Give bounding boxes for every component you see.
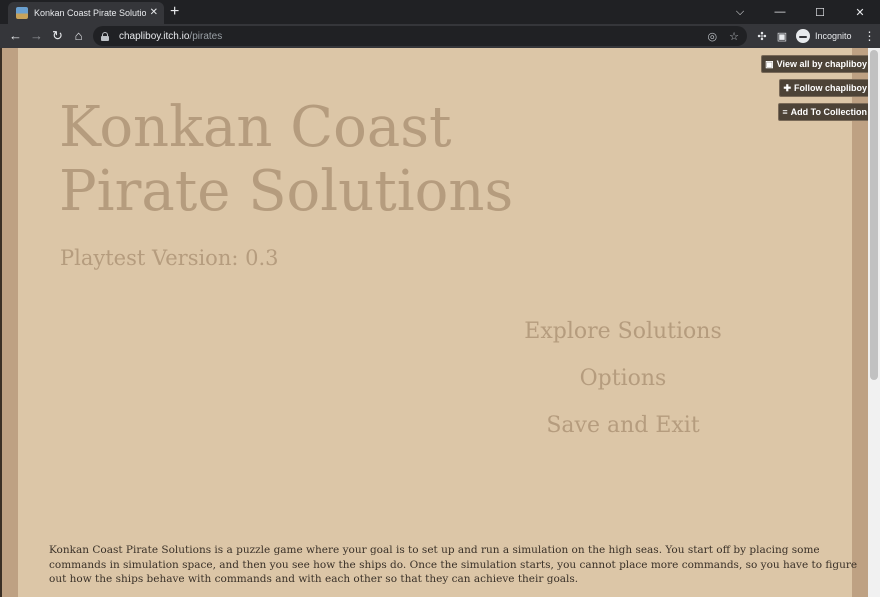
browser-tab[interactable]: Konkan Coast Pirate Solutions (p… ✕ (8, 2, 164, 24)
reload-icon[interactable]: ↻ (47, 24, 68, 48)
incognito-profile[interactable]: Incognito (796, 29, 852, 43)
view-all-button[interactable]: ▣ View all by chapliboy (761, 55, 872, 73)
incognito-icon (796, 29, 810, 43)
follow-user-icon: ✚ (783, 82, 791, 93)
game-title-line-2: Pirate Solutions (59, 159, 514, 224)
incognito-label: Incognito (815, 31, 852, 41)
maximize-icon[interactable]: ☐ (800, 6, 840, 19)
address-bar[interactable]: chapliboy.itch.io/pirates ◎ ☆ (93, 26, 747, 46)
game-main-menu: Explore Solutions Options Save and Exit (488, 314, 758, 455)
gallery-icon: ▣ (765, 58, 774, 69)
page-content: Konkan Coast Pirate Solutions Playtest V… (0, 48, 880, 597)
follow-button[interactable]: ✚ Follow chapliboy (779, 79, 872, 97)
add-to-collection-label: Add To Collection (790, 107, 867, 117)
lock-icon[interactable] (101, 31, 109, 41)
game-title-line-1: Konkan Coast (59, 95, 452, 160)
browser-menu-icon[interactable]: ⋮ (864, 29, 876, 43)
tracking-protection-icon[interactable]: ◎ (708, 30, 718, 43)
menu-options[interactable]: Options (580, 361, 667, 408)
browser-toolbar: ← → ↻ ⌂ chapliboy.itch.io/pirates ◎ ☆ ✣ … (0, 24, 880, 48)
extensions-icon[interactable]: ✣ (752, 30, 772, 43)
url-path: /pirates (189, 30, 223, 42)
browser-title-bar: Konkan Coast Pirate Solutions (p… ✕ + ⌵ … (0, 0, 880, 24)
side-panel-icon[interactable]: ▣ (772, 30, 792, 43)
new-tab-button[interactable]: + (170, 2, 179, 22)
menu-save-and-exit[interactable]: Save and Exit (546, 408, 699, 455)
game-embed[interactable]: Konkan Coast Pirate Solutions Playtest V… (18, 48, 857, 597)
follow-label: Follow chapliboy (793, 83, 867, 93)
minimize-icon[interactable]: — (760, 6, 800, 18)
game-version: Playtest Version: 0.3 (60, 246, 279, 270)
url-host: chapliboy.itch.io (119, 30, 190, 42)
itch-user-tools: ▣ View all by chapliboy ✚ Follow chaplib… (761, 55, 872, 121)
forward-icon[interactable]: → (26, 24, 47, 48)
add-list-icon: ≡ (782, 107, 788, 117)
favicon-icon (16, 7, 28, 19)
tab-search-icon[interactable]: ⌵ (720, 6, 760, 19)
scrollbar-thumb[interactable] (870, 50, 878, 380)
add-to-collection-button[interactable]: ≡ Add To Collection (778, 103, 872, 121)
game-title: Konkan Coast Pirate Solutions (59, 96, 579, 224)
tab-title: Konkan Coast Pirate Solutions (p… (34, 8, 146, 18)
home-icon[interactable]: ⌂ (68, 24, 89, 48)
close-window-icon[interactable]: ✕ (840, 6, 880, 19)
tab-close-icon[interactable]: ✕ (150, 2, 158, 24)
window-controls: ⌵ — ☐ ✕ (720, 0, 880, 24)
page-scrollbar[interactable] (868, 48, 880, 597)
back-icon[interactable]: ← (5, 24, 26, 48)
game-description: Konkan Coast Pirate Solutions is a puzzl… (49, 544, 858, 585)
view-all-label: View all by chapliboy (776, 59, 867, 69)
bookmark-star-icon[interactable]: ☆ (729, 30, 739, 43)
page-left-edge (0, 48, 2, 597)
menu-explore-solutions[interactable]: Explore Solutions (524, 314, 721, 361)
